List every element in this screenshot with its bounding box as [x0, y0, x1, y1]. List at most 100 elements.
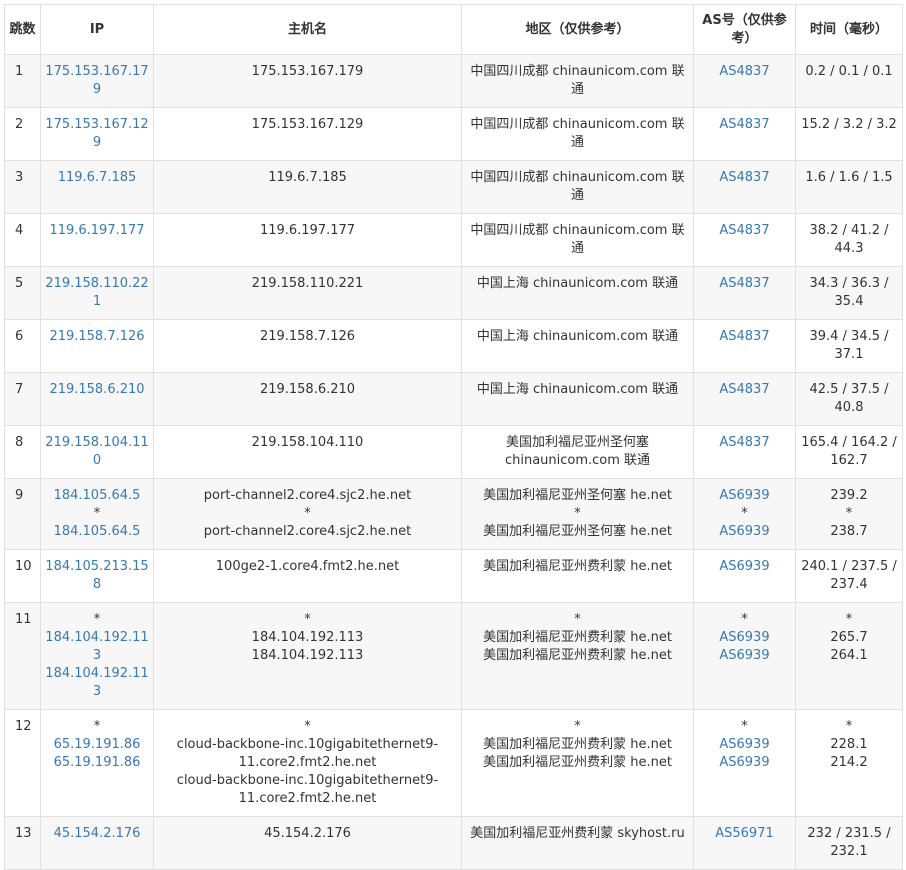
as-link[interactable]: AS4837 [698, 381, 791, 399]
ip-link[interactable]: 45.154.2.176 [45, 825, 149, 843]
ip-link[interactable]: 184.105.64.5 [45, 487, 149, 505]
host-line: 45.154.2.176 [264, 826, 351, 841]
time-cell: * 265.7 264.1 [795, 602, 903, 710]
hostname-cell: 119.6.7.185 [153, 160, 462, 214]
time-line: 39.4 / 34.5 / [809, 329, 889, 344]
host-line: * [304, 612, 311, 627]
region-line: * [574, 612, 581, 627]
as-line: * [741, 612, 748, 627]
time-line: 44.3 [834, 241, 864, 256]
time-line: 228.1 [830, 737, 868, 752]
time-cell: * 228.1 214.2 [795, 709, 903, 817]
ip-link[interactable]: 65.19.191.86 [45, 736, 149, 754]
host-line: 219.158.110.221 [251, 276, 364, 291]
time-line: 40.8 [834, 400, 864, 415]
as-link[interactable]: AS4837 [698, 275, 791, 293]
hostname-cell: 219.158.6.210 [153, 372, 462, 426]
ip-cell: 219.158.6.210 [40, 372, 154, 426]
ip-cell: * 65.19.191.86 65.19.191.86 [40, 709, 154, 817]
as-link[interactable]: AS6939 [698, 558, 791, 576]
hostname-cell: 175.153.167.129 [153, 107, 462, 161]
table-row: 5 219.158.110.221 219.158.110.221 中国上海 chin… [4, 266, 903, 320]
header-as: AS号（仅供参考） [693, 4, 796, 55]
time-line: 0.2 / 0.1 / 0.1 [805, 64, 893, 79]
hostname-cell: 100ge2-1.core4.fmt2.he.net [153, 549, 462, 603]
hostname-cell: 175.153.167.179 [153, 54, 462, 108]
region-cell: 中国上海 chinaunicom.com 联通 [461, 266, 694, 320]
time-line: 35.4 [834, 294, 864, 309]
hop-cell: 6 [4, 319, 41, 373]
as-link[interactable]: AS4837 [698, 434, 791, 452]
hop-cell: 5 [4, 266, 41, 320]
ip-link[interactable]: 219.158.104.110 [45, 434, 149, 470]
hop-cell: 3 [4, 160, 41, 214]
ip-link[interactable]: 119.6.197.177 [45, 222, 149, 240]
as-link[interactable]: AS4837 [698, 63, 791, 81]
region-line: * [574, 506, 581, 521]
ip-link[interactable]: 219.158.110.221 [45, 275, 149, 311]
region-cell: * 美国加利福尼亚州费利蒙 he.net 美国加利福尼亚州费利蒙 he.net [461, 709, 694, 817]
table-row: 9 184.105.64.5 * 184.105.64.5 port-channel2.… [4, 478, 903, 550]
as-link[interactable]: AS6939 [698, 647, 791, 665]
time-cell: 1.6 / 1.6 / 1.5 [795, 160, 903, 214]
as-link[interactable]: AS6939 [698, 736, 791, 754]
ip-link[interactable]: 65.19.191.86 [45, 754, 149, 772]
region-cell: 中国四川成都 chinaunicom.com 联通 [461, 54, 694, 108]
as-cell: AS4837 [693, 319, 796, 373]
ip-link[interactable]: 184.104.192.113 [45, 629, 149, 665]
region-line: 美国加利福尼亚州费利蒙 he.net [483, 630, 672, 645]
as-link[interactable]: AS4837 [698, 169, 791, 187]
time-cell: 232 / 231.5 / 232.1 [795, 816, 903, 870]
as-cell: * AS6939 AS6939 [693, 602, 796, 710]
region-cell: 美国加利福尼亚州圣何塞 chinaunicom.com 联通 [461, 425, 694, 479]
ip-link[interactable]: 184.105.64.5 [45, 523, 149, 541]
table-row: 10 184.105.213.158 100ge2-1.core4.fmt2.he.… [4, 549, 903, 603]
header-ip: IP [40, 4, 154, 55]
as-link[interactable]: AS4837 [698, 222, 791, 240]
ip-link[interactable]: 184.105.213.158 [45, 558, 149, 594]
time-line: * [845, 612, 853, 627]
hop-cell: 7 [4, 372, 41, 426]
hostname-cell: * cloud-backbone-inc.10gigabitethernet9- 1… [153, 709, 462, 817]
as-link[interactable]: AS56971 [698, 825, 791, 843]
table-body: 1 175.153.167.179 175.153.167.179 中国四川成都 ch… [4, 54, 903, 870]
ip-cell: 119.6.7.185 [40, 160, 154, 214]
region-cell: * 美国加利福尼亚州费利蒙 he.net 美国加利福尼亚州费利蒙 he.net [461, 602, 694, 710]
hop-cell: 9 [4, 478, 41, 550]
ip-link[interactable]: 219.158.6.210 [45, 381, 149, 399]
region-cell: 中国四川成都 chinaunicom.com 联通 [461, 107, 694, 161]
ip-link[interactable]: 219.158.7.126 [45, 328, 149, 346]
header-time: 时间（毫秒） [795, 4, 903, 55]
time-line: 264.1 [830, 648, 868, 663]
ip-link[interactable]: 175.153.167.129 [45, 116, 149, 152]
time-cell: 0.2 / 0.1 / 0.1 [795, 54, 903, 108]
region-cell: 中国上海 chinaunicom.com 联通 [461, 372, 694, 426]
as-cell: AS6939 * AS6939 [693, 478, 796, 550]
ip-link[interactable]: 119.6.7.185 [45, 169, 149, 187]
as-cell: AS56971 [693, 816, 796, 870]
time-line: 38.2 / 41.2 / [809, 223, 889, 238]
region-line: 中国四川成都 chinaunicom.com 联通 [470, 64, 685, 97]
as-link[interactable]: AS6939 [698, 487, 791, 505]
table-row: 3 119.6.7.185 119.6.7.185 中国四川成都 chinaunico… [4, 160, 903, 214]
as-link[interactable]: AS4837 [698, 328, 791, 346]
host-line: 175.153.167.179 [251, 64, 364, 79]
hostname-cell: 219.158.110.221 [153, 266, 462, 320]
as-cell: AS4837 [693, 107, 796, 161]
as-link[interactable]: AS6939 [698, 523, 791, 541]
host-line: 184.104.192.113 [251, 648, 364, 663]
region-line: 美国加利福尼亚州圣何塞 [505, 435, 649, 450]
time-cell: 165.4 / 164.2 / 162.7 [795, 425, 903, 479]
host-line: 100ge2-1.core4.fmt2.he.net [215, 559, 400, 574]
ip-link[interactable]: 184.104.192.113 [45, 665, 149, 701]
host-line: 11.core2.fmt2.he.net [238, 755, 377, 770]
as-link[interactable]: AS4837 [698, 116, 791, 134]
hop-cell: 10 [4, 549, 41, 603]
ip-cell: 219.158.7.126 [40, 319, 154, 373]
time-line: 42.5 / 37.5 / [809, 382, 889, 397]
as-link[interactable]: AS6939 [698, 629, 791, 647]
ip-link[interactable]: 175.153.167.179 [45, 63, 149, 99]
as-cell: AS4837 [693, 160, 796, 214]
as-link[interactable]: AS6939 [698, 754, 791, 772]
ip-line: * [93, 506, 101, 521]
